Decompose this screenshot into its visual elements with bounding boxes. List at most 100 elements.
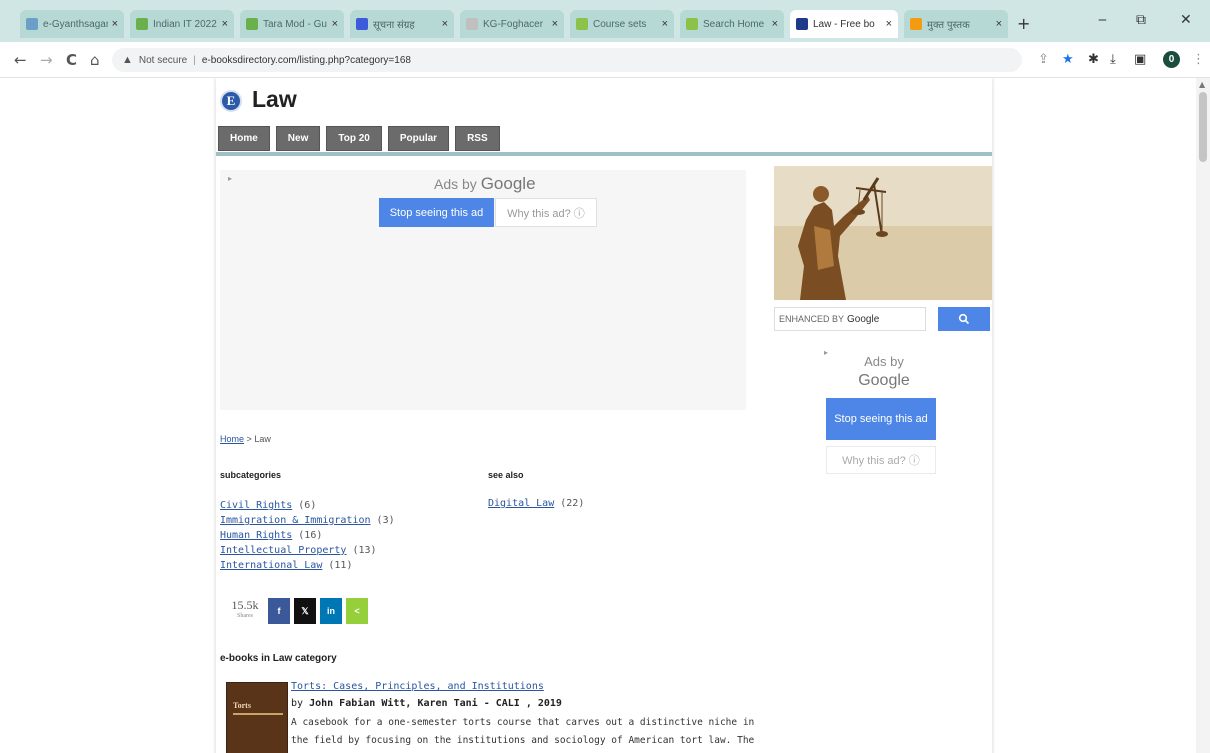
- lady-justice-image: [774, 166, 992, 300]
- browser-tab[interactable]: मुक्त पुस्तक ×: [904, 10, 1008, 38]
- breadcrumb-home-link[interactable]: Home: [220, 434, 244, 444]
- x-share-button[interactable]: 𝕏: [294, 598, 316, 624]
- ad-label-brand: Google: [480, 174, 536, 193]
- tab-favicon-icon: [136, 18, 148, 30]
- reload-button[interactable]: C: [66, 51, 77, 69]
- tab-close-icon[interactable]: ×: [112, 18, 118, 30]
- tab-close-icon[interactable]: ×: [886, 18, 892, 30]
- tab-title: Indian IT 2022: [153, 18, 217, 30]
- tab-title: KG-Foghacer: [483, 18, 544, 30]
- tab-favicon-icon: [686, 18, 698, 30]
- subcategory-link[interactable]: Civil Rights: [220, 500, 292, 511]
- subcategory-link[interactable]: International Law: [220, 560, 322, 571]
- browser-tab[interactable]: e-Gyanthsagar ×: [20, 10, 124, 38]
- warning-icon[interactable]: ▲: [122, 54, 133, 66]
- see-also-link[interactable]: Digital Law: [488, 498, 554, 509]
- page-scrollbar[interactable]: ▲: [1196, 78, 1210, 753]
- page-viewport: E Law Home New Top 20 Popular RSS ▸ Ads …: [0, 78, 1210, 753]
- search-button[interactable]: [938, 307, 990, 331]
- browser-tab[interactable]: Search Home ×: [680, 10, 784, 38]
- nav-home[interactable]: Home: [218, 126, 270, 151]
- tab-close-icon[interactable]: ×: [662, 18, 668, 30]
- home-button[interactable]: ⌂: [90, 51, 100, 69]
- browser-tab[interactable]: सूचना संग्रह ×: [350, 10, 454, 38]
- subcategory-list: Civil Rights (6) Immigration & Immigrati…: [220, 498, 395, 573]
- tab-favicon-icon: [796, 18, 808, 30]
- browser-tab[interactable]: KG-Foghacer ×: [460, 10, 564, 38]
- nav-new[interactable]: New: [275, 126, 321, 151]
- side-ad-label-prefix: Ads by: [864, 354, 904, 369]
- book-cover-image[interactable]: Torts: [226, 682, 288, 753]
- why-this-ad-button[interactable]: Why this ad? ⓘ: [495, 198, 597, 227]
- maximize-button[interactable]: ⧉: [1136, 12, 1146, 28]
- forward-button[interactable]: →: [40, 51, 53, 69]
- download-icon[interactable]: ⤓: [1110, 52, 1116, 67]
- menu-dots-icon[interactable]: ⋮: [1192, 52, 1205, 67]
- tab-title: e-Gyanthsagar: [43, 18, 108, 30]
- list-item: Immigration & Immigration (3): [220, 513, 395, 528]
- nav-rss[interactable]: RSS: [455, 126, 500, 151]
- side-ad-label-brand: Google: [858, 372, 910, 389]
- subcategory-count: (13): [352, 545, 377, 556]
- star-icon[interactable]: ★: [1062, 52, 1074, 67]
- side-stop-seeing-ad-button[interactable]: Stop seeing this ad: [826, 398, 936, 440]
- subcategory-link[interactable]: Immigration & Immigration: [220, 515, 371, 526]
- close-window-button[interactable]: ✕: [1180, 12, 1192, 28]
- subcategory-link[interactable]: Human Rights: [220, 530, 292, 541]
- see-also-list: Digital Law (22): [488, 498, 584, 509]
- browser-tab-bar: e-Gyanthsagar × Indian IT 2022 × Tara Mo…: [0, 0, 1210, 42]
- tab-favicon-icon: [246, 18, 258, 30]
- tab-title: Law - Free bo: [813, 18, 875, 30]
- browser-tab[interactable]: Indian IT 2022 ×: [130, 10, 234, 38]
- page-container: E Law Home New Top 20 Popular RSS ▸ Ads …: [216, 78, 992, 753]
- tab-close-icon[interactable]: ×: [996, 18, 1002, 30]
- book-title-link[interactable]: Torts: Cases, Principles, and Institutio…: [291, 681, 544, 692]
- adchoices-icon[interactable]: ▸: [228, 174, 232, 183]
- tab-close-icon[interactable]: ×: [552, 18, 558, 30]
- browser-tab[interactable]: Tara Mod - Gu ×: [240, 10, 344, 38]
- search-icon: [958, 313, 970, 325]
- scrollbar-thumb[interactable]: [1199, 92, 1207, 162]
- browser-tab-active[interactable]: Law - Free bo ×: [790, 10, 898, 38]
- facebook-share-button[interactable]: f: [268, 598, 290, 624]
- ebooks-heading: e-books in Law category: [220, 653, 337, 664]
- subcategory-link[interactable]: Intellectual Property: [220, 545, 346, 556]
- nav-top-20[interactable]: Top 20: [326, 126, 382, 151]
- tab-close-icon[interactable]: ×: [772, 18, 778, 30]
- browser-tab[interactable]: Course sets ×: [570, 10, 674, 38]
- tab-close-icon[interactable]: ×: [332, 18, 338, 30]
- ad-banner: ▸ Ads by Google Stop seeing this ad Why …: [220, 170, 746, 410]
- address-bar[interactable]: ▲ Not secure | e-booksdirectory.com/list…: [112, 48, 1022, 72]
- stop-seeing-ad-button[interactable]: Stop seeing this ad: [379, 198, 494, 227]
- book-publisher: - CALI , 2019: [483, 698, 562, 709]
- scroll-up-icon[interactable]: ▲: [1199, 80, 1205, 89]
- tab-favicon-icon: [910, 18, 922, 30]
- minimize-button[interactable]: ‒: [1098, 12, 1107, 28]
- side-ad: ▸ Ads by Google Stop seeing this ad Why …: [822, 346, 940, 646]
- sidepanel-icon[interactable]: ▣: [1134, 52, 1146, 67]
- breadcrumb-separator: >: [246, 434, 252, 444]
- book-description: A casebook for a one-semester torts cour…: [291, 717, 755, 746]
- side-why-this-ad-button[interactable]: Why this ad? ⓘ: [826, 446, 936, 474]
- tab-favicon-icon: [576, 18, 588, 30]
- url-separator: |: [193, 54, 196, 66]
- profile-avatar[interactable]: 0: [1163, 51, 1180, 68]
- ad-label-prefix: Ads by: [434, 176, 477, 192]
- site-nav: Home New Top 20 Popular RSS: [218, 126, 500, 151]
- linkedin-share-button[interactable]: in: [320, 598, 342, 624]
- search-input[interactable]: ENHANCED BY Google: [774, 307, 926, 331]
- tab-close-icon[interactable]: ×: [222, 18, 228, 30]
- extensions-icon[interactable]: ✱: [1088, 52, 1099, 67]
- nav-popular[interactable]: Popular: [387, 126, 450, 151]
- back-button[interactable]: ←: [14, 51, 27, 69]
- url-text[interactable]: e-booksdirectory.com/listing.php?categor…: [202, 55, 411, 66]
- sharethis-button[interactable]: <: [346, 598, 368, 624]
- site-logo-icon[interactable]: E: [220, 90, 242, 112]
- new-tab-button[interactable]: +: [1017, 14, 1030, 33]
- subcategories-heading: subcategories: [220, 470, 282, 480]
- share-icon[interactable]: ⇪: [1038, 52, 1049, 67]
- tab-favicon-icon: [466, 18, 478, 30]
- tab-favicon-icon: [356, 18, 368, 30]
- tab-close-icon[interactable]: ×: [442, 18, 448, 30]
- tab-title: सूचना संग्रह: [373, 20, 415, 31]
